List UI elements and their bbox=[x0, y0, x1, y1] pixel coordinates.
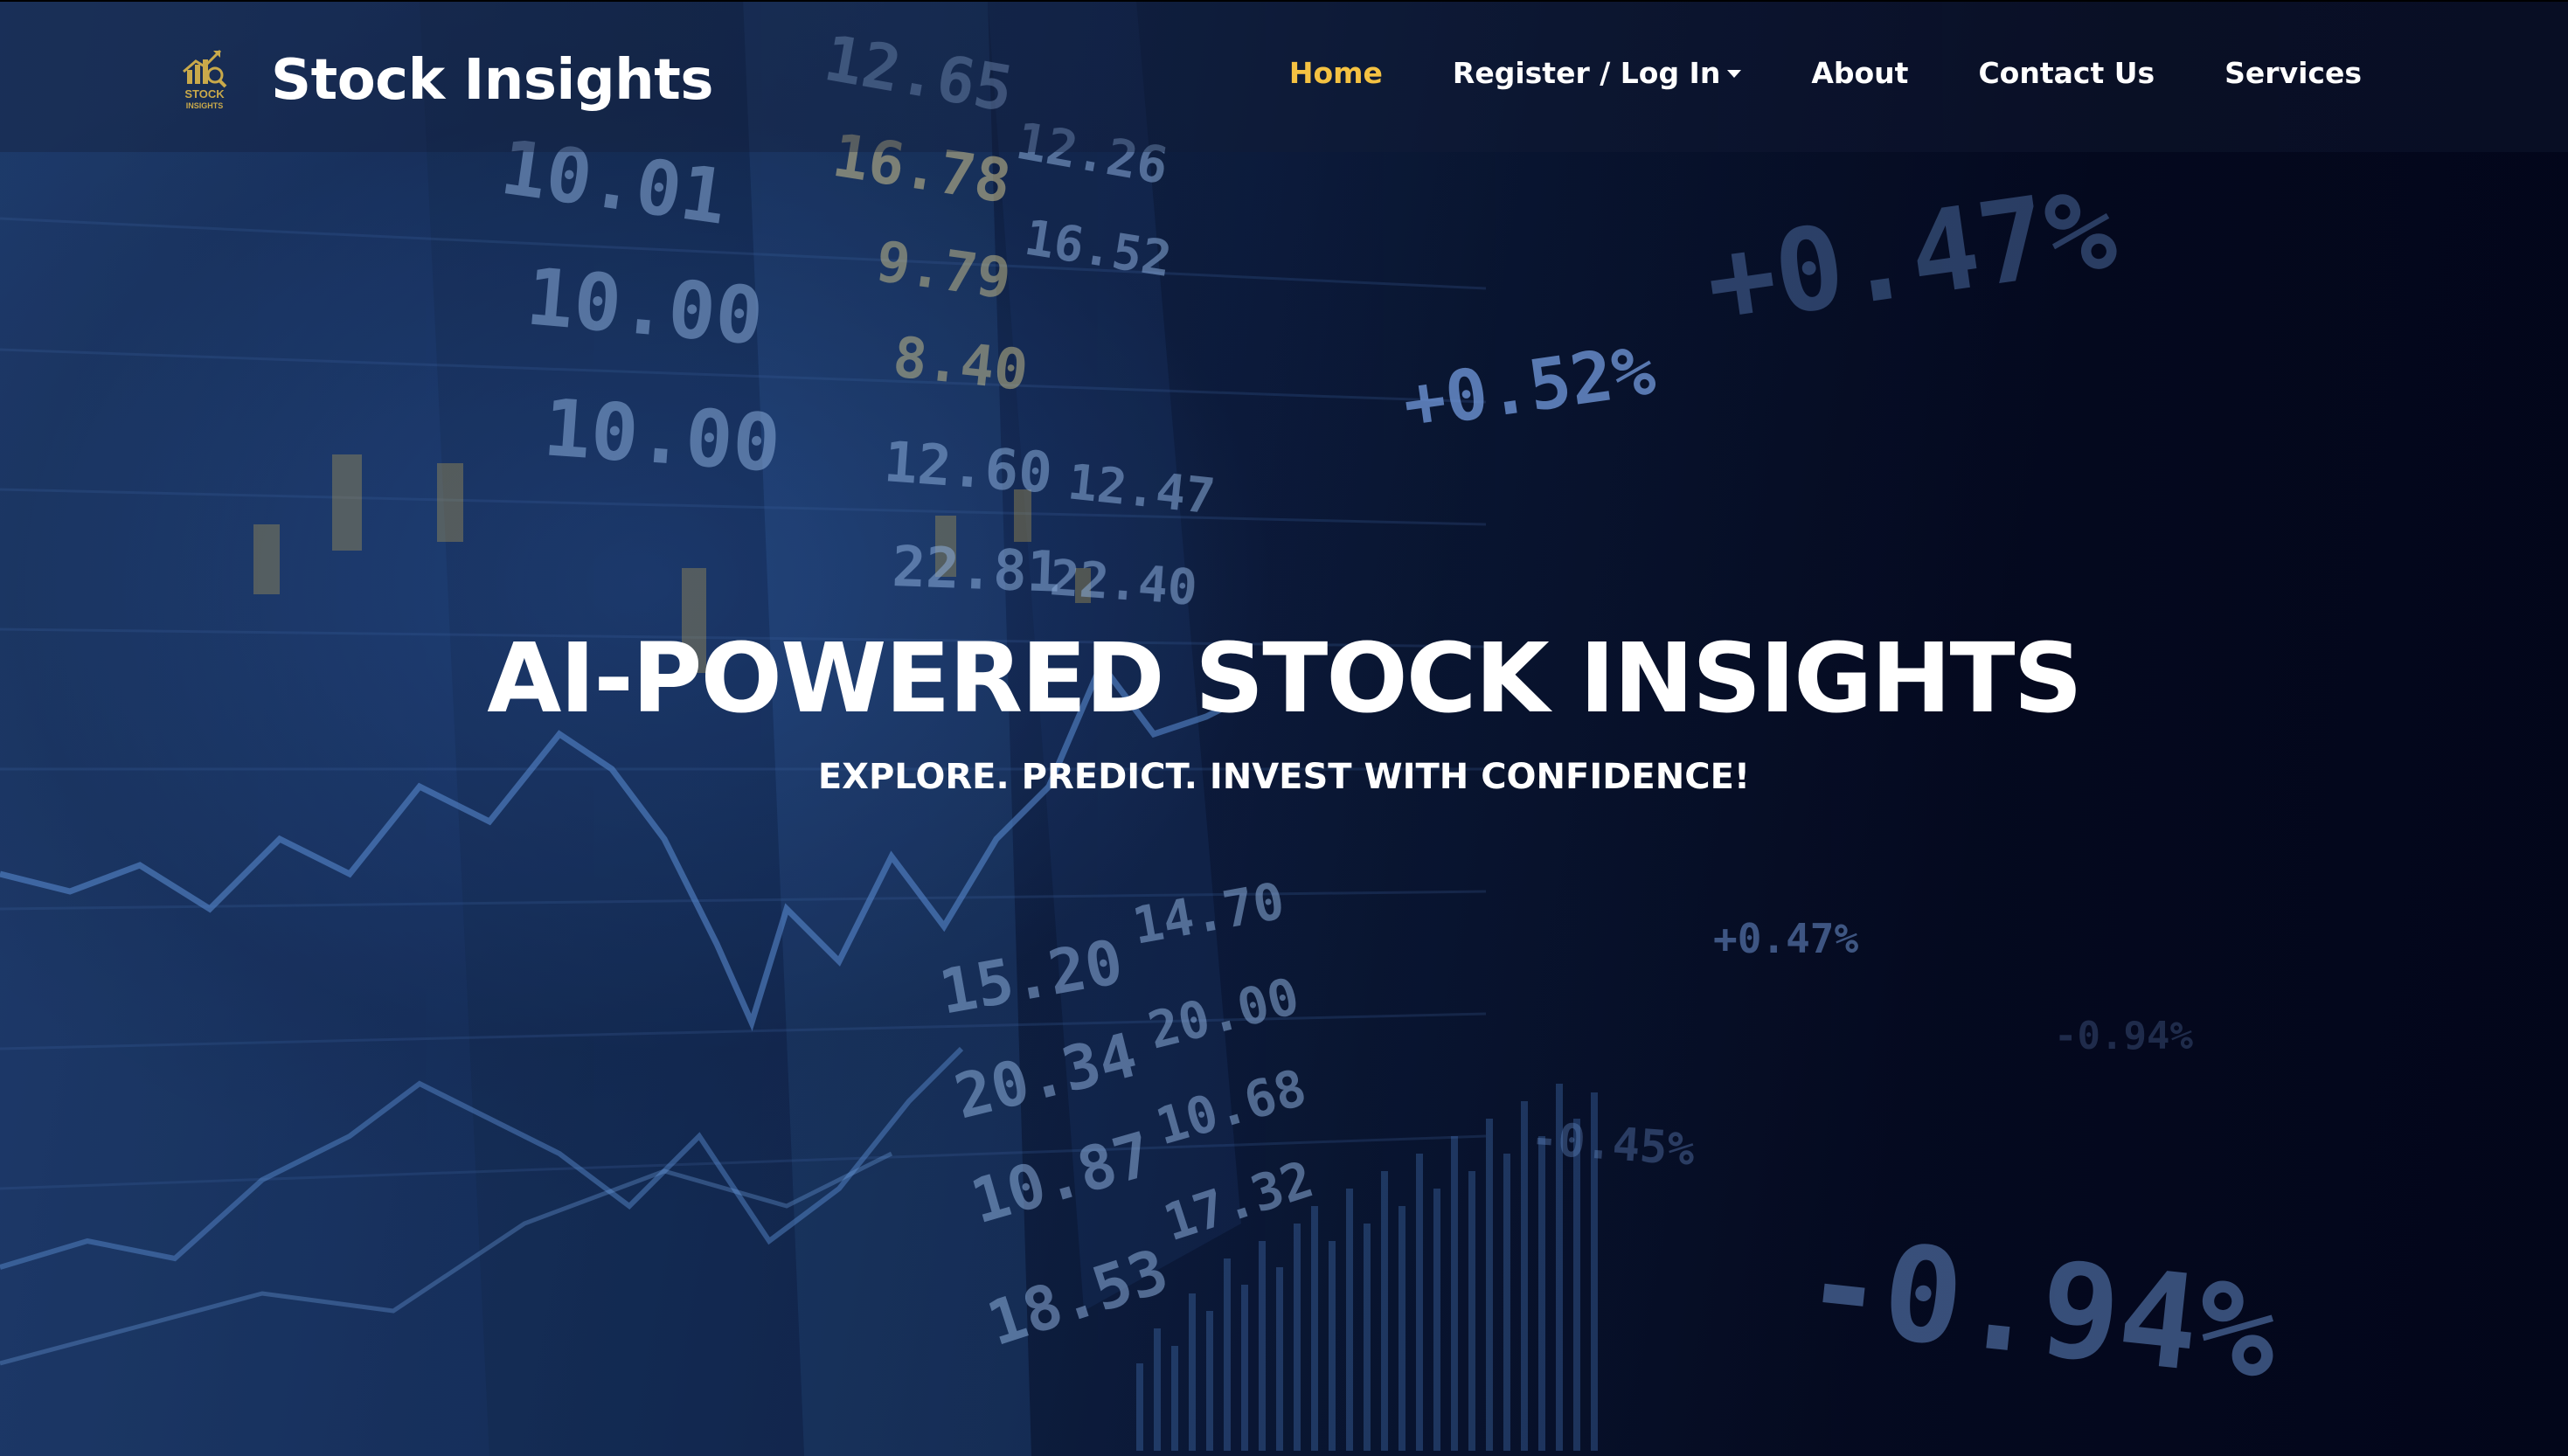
nav-about-link[interactable]: About bbox=[1811, 56, 1908, 90]
background-ticker-number: -0.94% bbox=[1797, 1209, 2284, 1410]
background-ticker-number: 10.00 bbox=[523, 251, 767, 363]
background-ticker-number: 22.81 bbox=[891, 535, 1061, 606]
background-ticker-number: 20.00 bbox=[1142, 966, 1305, 1060]
background-ticker-number: 12.47 bbox=[1065, 454, 1218, 525]
nav-home-link[interactable]: Home bbox=[1289, 56, 1383, 90]
background-ticker-number: +0.47% bbox=[1713, 915, 1858, 962]
caret-down-icon bbox=[1727, 70, 1742, 78]
background-ticker-number: 22.40 bbox=[1048, 550, 1199, 617]
background-ticker-number: 14.70 bbox=[1128, 870, 1289, 955]
background-ticker-number: 20.34 bbox=[947, 1019, 1143, 1134]
background-ticker-number: 12.60 bbox=[882, 430, 1054, 506]
hero-title: AI-POWERED STOCK INSIGHTS bbox=[487, 622, 2083, 734]
svg-text:INSIGHTS: INSIGHTS bbox=[186, 101, 224, 110]
background-ticker-number: +0.47% bbox=[1698, 162, 2123, 350]
brand-logo-icon: STOCK INSIGHTS bbox=[183, 49, 227, 110]
background-ticker-number: 10.87 bbox=[963, 1118, 1160, 1238]
background-ticker-number: 18.53 bbox=[979, 1235, 1176, 1360]
background-ticker-number: 16.52 bbox=[1021, 210, 1176, 289]
nav-services-link[interactable]: Services bbox=[2224, 56, 2362, 90]
page: 12.65 16.78 10.01 9.79 8.40 10.00 10.00 … bbox=[0, 0, 2568, 1456]
brand-title[interactable]: Stock Insights bbox=[271, 48, 713, 113]
brand[interactable]: STOCK INSIGHTS Stock Insights bbox=[175, 45, 713, 115]
background-ticker-number: 8.40 bbox=[890, 325, 1031, 404]
hero-subtitle: EXPLORE. PREDICT. INVEST WITH CONFIDENCE… bbox=[817, 757, 1751, 797]
main-nav: Home Register / Log In About Contact Us … bbox=[1219, 56, 2362, 90]
background-ticker-number: 10.68 bbox=[1149, 1057, 1313, 1156]
background-ticker-number: 9.79 bbox=[872, 230, 1015, 313]
background-ticker-number: 15.20 bbox=[934, 926, 1128, 1028]
background-ticker-number: 17.32 bbox=[1156, 1149, 1320, 1253]
background-ticker-number: +0.52% bbox=[1399, 329, 1660, 445]
svg-text:STOCK: STOCK bbox=[184, 87, 225, 101]
background-ticker-number: -0.94% bbox=[2054, 1014, 2193, 1058]
background-ticker-number: 10.00 bbox=[540, 382, 783, 490]
nav-contact-link[interactable]: Contact Us bbox=[1978, 56, 2155, 90]
nav-register-login-dropdown[interactable]: Register / Log In bbox=[1452, 56, 1742, 90]
nav-register-login-label: Register / Log In bbox=[1452, 56, 1721, 90]
navbar: STOCK INSIGHTS Stock Insights Home Regis… bbox=[0, 0, 2568, 152]
background-ticker-number: -0.45% bbox=[1529, 1113, 1697, 1176]
